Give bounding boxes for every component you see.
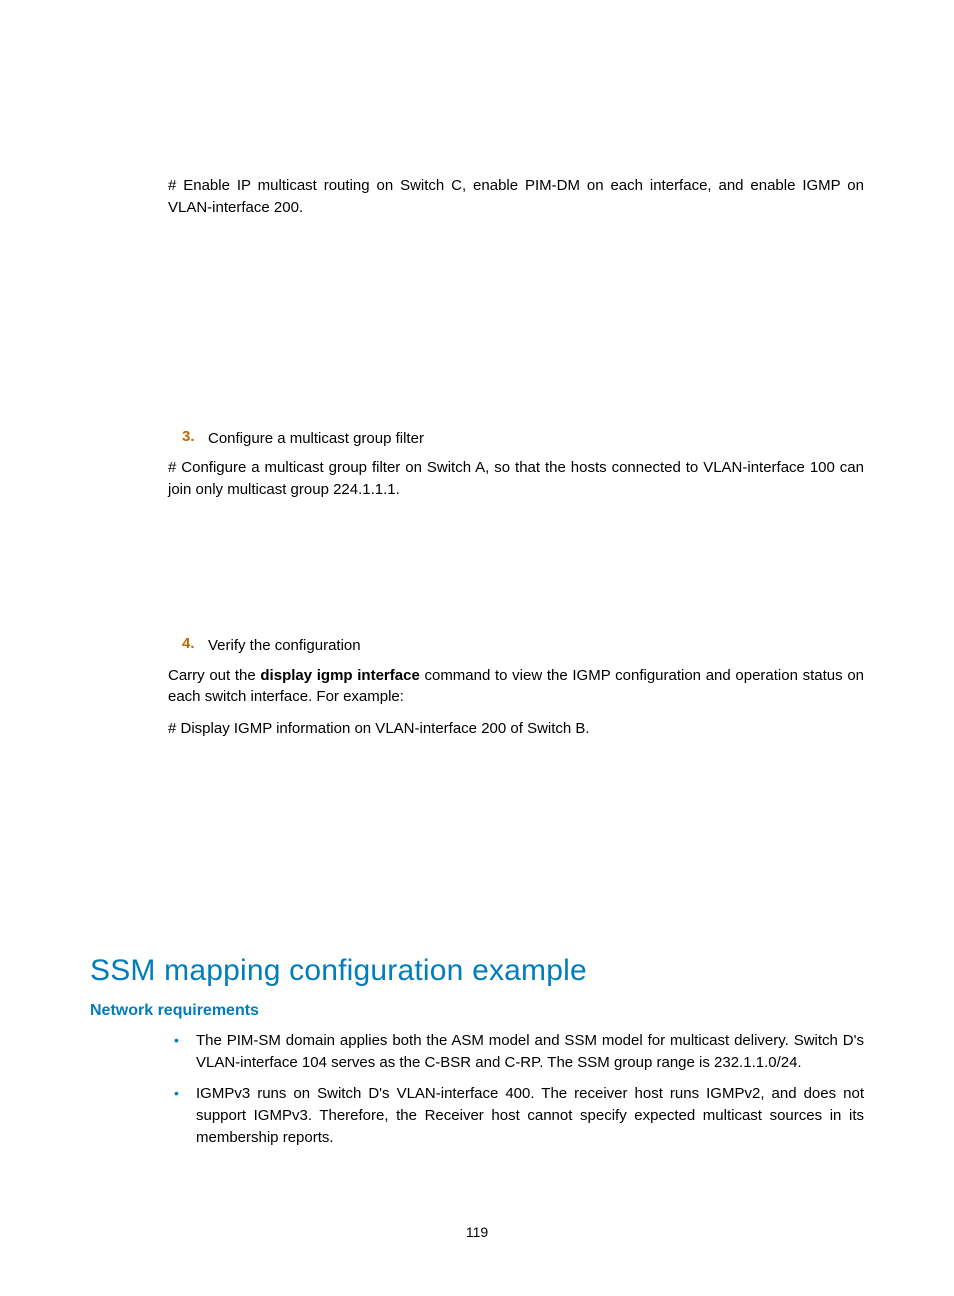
step-4-bold: display igmp interface <box>260 667 419 684</box>
heading-ssm: SSM mapping configuration example <box>90 954 864 988</box>
bullet-text-2: IGMPv3 runs on Switch D's VLAN-interface… <box>196 1083 864 1148</box>
step-3-label: Configure a multicast group filter <box>208 428 424 450</box>
spacer <box>90 744 864 954</box>
step-4-text-1: Carry out the display igmp interface com… <box>90 665 864 709</box>
bullet-dot-icon: • <box>168 1083 196 1148</box>
step-4: 4. Verify the configuration <box>90 635 864 657</box>
spacer <box>90 505 864 635</box>
step-4-text-2: # Display IGMP information on VLAN-inter… <box>90 718 864 740</box>
step-4-pre: Carry out the <box>168 667 260 684</box>
paragraph-intro: # Enable IP multicast routing on Switch … <box>90 175 864 219</box>
step-3-text: # Configure a multicast group filter on … <box>90 457 864 501</box>
page-number: 119 <box>0 1224 954 1240</box>
step-3-number: 3. <box>168 428 208 450</box>
bullet-text-1: The PIM-SM domain applies both the ASM m… <box>196 1030 864 1074</box>
step-4-label: Verify the configuration <box>208 635 361 657</box>
spacer <box>90 223 864 428</box>
bullet-item-2: • IGMPv3 runs on Switch D's VLAN-interfa… <box>90 1083 864 1148</box>
step-3: 3. Configure a multicast group filter <box>90 428 864 450</box>
bullet-item-1: • The PIM-SM domain applies both the ASM… <box>90 1030 864 1074</box>
heading-network-req: Network requirements <box>90 1002 864 1020</box>
bullet-dot-icon: • <box>168 1030 196 1074</box>
page-container: # Enable IP multicast routing on Switch … <box>0 0 954 1296</box>
step-4-number: 4. <box>168 635 208 657</box>
